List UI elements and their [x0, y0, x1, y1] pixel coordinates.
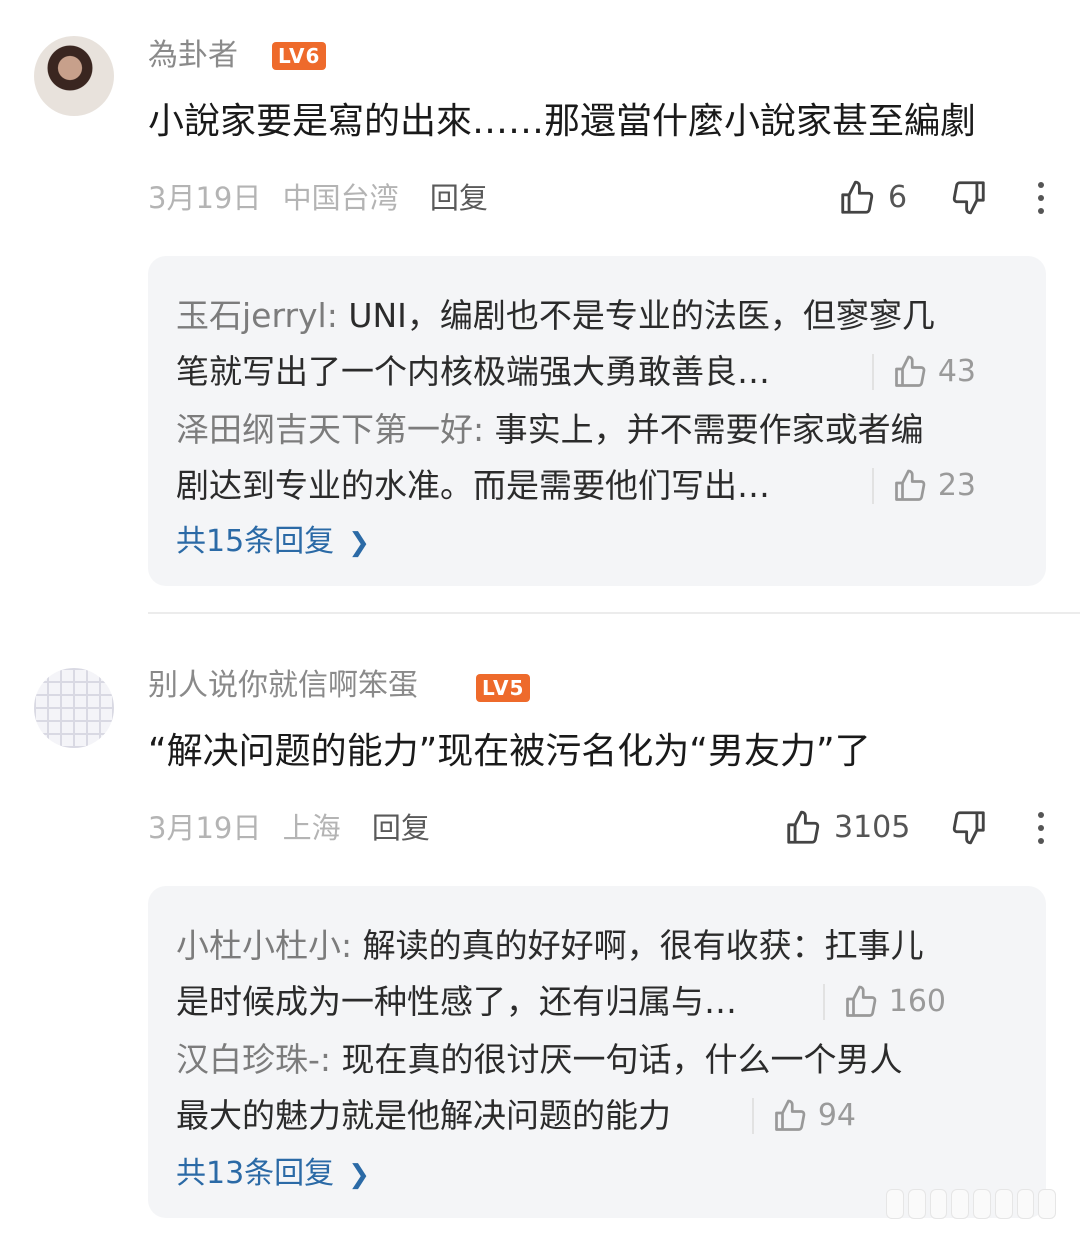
reply-item[interactable]: 小杜小杜小: 解读的真的好好啊，很有收获：扛事儿 是时候成为一种性感了，还有归属…: [176, 918, 1016, 1030]
reply-like-count: 23: [937, 468, 976, 503]
chevron-right-icon: ❯: [348, 528, 370, 558]
reply-like-button[interactable]: 23: [871, 468, 976, 504]
thumbs-up-icon: [774, 1099, 806, 1131]
comment-text: 小說家要是寫的出來……那還當什麼小說家甚至編劇: [148, 101, 977, 142]
comment-divider: [148, 612, 1080, 614]
reply-text-line1: UNI，编剧也不是专业的法医，但寥寥几: [348, 296, 935, 335]
comment-text: “解决问题的能力”现在被污名化为“男友力”了: [148, 731, 871, 772]
avatar[interactable]: [34, 668, 114, 748]
reply-button[interactable]: 回复: [430, 181, 488, 215]
like-button[interactable]: 3105: [784, 808, 910, 848]
view-all-replies-link[interactable]: 共13条回复 ❯: [176, 1154, 370, 1195]
reply-text-line2: 笔就写出了一个内核极端强大勇敢善良…: [176, 352, 770, 391]
thumbs-up-icon: [894, 355, 926, 387]
reply-text-line2: 是时候成为一种性感了，还有归属与…: [176, 982, 737, 1021]
reply-username[interactable]: 汉白珍珠-: [176, 1040, 320, 1079]
reply-like-button[interactable]: 94: [751, 1098, 856, 1134]
reply-item[interactable]: 汉白珍珠-: 现在真的很讨厌一句话，什么一个男人 最大的魅力就是他解决问题的能力…: [176, 1032, 1016, 1144]
reply-username[interactable]: 泽田纲吉天下第一好: [176, 410, 473, 449]
comment-meta: 3月19日 上海 回复: [148, 808, 430, 848]
reply-button[interactable]: 回复: [372, 811, 430, 845]
reply-like-button[interactable]: 160: [822, 984, 946, 1020]
like-count: 6: [888, 180, 908, 215]
reply-like-count: 94: [817, 1098, 856, 1133]
reply-text-line1: 现在真的很讨厌一句话，什么一个男人: [341, 1040, 903, 1079]
more-vertical-icon[interactable]: [1031, 182, 1051, 221]
comment-date: 3月19日: [148, 811, 262, 845]
level-badge: LV5: [476, 674, 531, 702]
reply-like-count: 43: [937, 354, 976, 389]
avatar[interactable]: [34, 36, 114, 116]
thumbs-up-icon: [845, 985, 877, 1017]
level-badge: LV6: [272, 42, 327, 70]
comment-location: 上海: [282, 811, 341, 845]
comment-location: 中国台湾: [282, 181, 399, 215]
thumbs-up-icon: [894, 469, 926, 501]
total-replies-label: 共15条回复: [176, 524, 335, 559]
comment-username[interactable]: 為卦者: [148, 36, 238, 76]
view-all-replies-link[interactable]: 共15条回复 ❯: [176, 522, 370, 563]
reply-username[interactable]: 小杜小杜小: [176, 926, 341, 965]
thumbs-up-icon: [787, 810, 820, 844]
more-vertical-icon[interactable]: [1031, 812, 1051, 851]
reply-item[interactable]: 玉石jerryl: UNI，编剧也不是专业的法医，但寥寥几 笔就写出了一个内核极…: [176, 288, 1016, 400]
comment-date: 3月19日: [148, 181, 262, 215]
thumbs-down-icon: [952, 811, 985, 845]
total-replies-label: 共13条回复: [176, 1156, 335, 1191]
comment-meta: 3月19日 中国台湾 回复: [148, 178, 488, 218]
like-button[interactable]: 6: [838, 178, 907, 218]
thumbs-up-icon: [841, 180, 874, 214]
reply-username[interactable]: 玉石jerryl: [176, 296, 327, 335]
reply-text-line1: 事实上，并不需要作家或者编: [494, 410, 924, 449]
thumbs-down-icon: [952, 181, 985, 215]
reply-text-line1: 解读的真的好好啊，很有收获：扛事儿: [362, 926, 924, 965]
reply-like-button[interactable]: 43: [871, 354, 976, 390]
like-count: 3105: [834, 810, 911, 845]
comment-username[interactable]: 别人说你就信啊笨蛋: [148, 666, 418, 706]
dislike-button[interactable]: [950, 808, 988, 850]
reply-text-line2: 最大的魅力就是他解决问题的能力: [176, 1096, 671, 1135]
reply-like-count: 160: [888, 984, 946, 1019]
reply-preview-box[interactable]: 小杜小杜小: 解读的真的好好啊，很有收获：扛事儿 是时候成为一种性感了，还有归属…: [148, 886, 1046, 1218]
dislike-button[interactable]: [950, 178, 988, 220]
reply-item[interactable]: 泽田纲吉天下第一好: 事实上，并不需要作家或者编 剧达到专业的水准。而是需要他们…: [176, 402, 1016, 514]
reply-preview-box[interactable]: 玉石jerryl: UNI，编剧也不是专业的法医，但寥寥几 笔就写出了一个内核极…: [148, 256, 1046, 586]
reply-text-line2: 剧达到专业的水准。而是需要他们写出…: [176, 466, 770, 505]
watermark: [886, 1189, 1056, 1219]
chevron-right-icon: ❯: [348, 1160, 370, 1190]
